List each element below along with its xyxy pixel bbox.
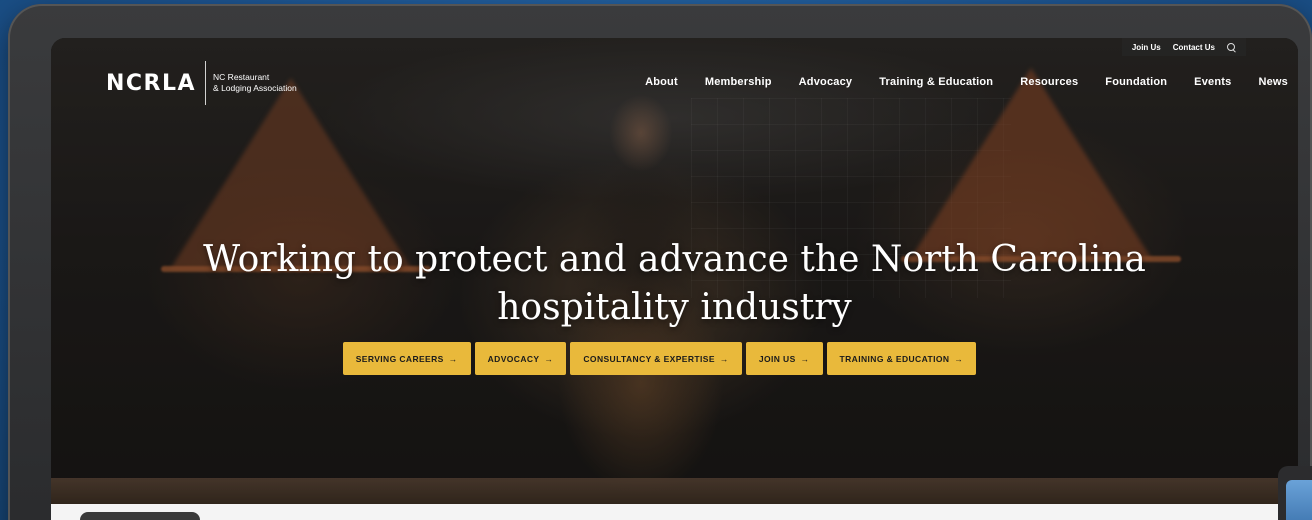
hero-headline: Working to protect and advance the North… xyxy=(51,236,1298,332)
content-area-below-hero xyxy=(51,504,1298,520)
arrow-right-icon: → xyxy=(954,353,964,364)
nav-advocacy[interactable]: Advocacy xyxy=(799,76,853,88)
laptop-frame: Join Us Contact Us NCRLA NC Restaurant &… xyxy=(8,4,1312,520)
device-tab-stub xyxy=(80,512,200,520)
nav-about[interactable]: About xyxy=(645,76,678,88)
logo-subtitle-line1: NC Restaurant xyxy=(213,72,270,82)
utility-contact-us-link[interactable]: Contact Us xyxy=(1173,43,1215,52)
nav-membership[interactable]: Membership xyxy=(705,76,772,88)
utility-join-us-link[interactable]: Join Us xyxy=(1132,43,1161,52)
nav-news[interactable]: News xyxy=(1258,76,1288,88)
cta-label: CONSULTANCY & EXPERTISE xyxy=(583,353,715,364)
logo-subtitle: NC Restaurant & Lodging Association xyxy=(213,72,297,94)
cta-group: SERVING CAREERS → ADVOCACY → CONSULTANCY &… xyxy=(51,342,1298,375)
serving-careers-button[interactable]: SERVING CAREERS → xyxy=(342,342,471,375)
browser-viewport: Join Us Contact Us NCRLA NC Restaurant &… xyxy=(51,38,1298,520)
cta-label: SERVING CAREERS xyxy=(355,353,444,364)
consultancy-expertise-button[interactable]: CONSULTANCY & EXPERTISE → xyxy=(570,342,742,375)
logo-subtitle-line2: & Lodging Association xyxy=(213,83,297,93)
logo-mark: NCRLA xyxy=(106,70,197,96)
cta-label: TRAINING & EDUCATION xyxy=(839,353,950,364)
hero-headline-line1: Working to protect and advance the North… xyxy=(203,239,1146,280)
cta-label: JOIN US xyxy=(758,353,796,364)
join-us-button[interactable]: JOIN US → xyxy=(745,342,823,375)
nav-resources[interactable]: Resources xyxy=(1020,76,1078,88)
utility-nav: Join Us Contact Us xyxy=(1121,38,1246,56)
advocacy-button[interactable]: ADVOCACY → xyxy=(474,342,567,375)
nav-foundation[interactable]: Foundation xyxy=(1105,76,1167,88)
training-education-button[interactable]: TRAINING & EDUCATION → xyxy=(826,342,977,375)
nav-training-education[interactable]: Training & Education xyxy=(879,76,993,88)
site-logo[interactable]: NCRLA NC Restaurant & Lodging Associatio… xyxy=(106,60,297,106)
phone-device xyxy=(1278,466,1312,520)
nav-events[interactable]: Events xyxy=(1194,76,1231,88)
arrow-right-icon: → xyxy=(719,353,729,364)
phone-screen xyxy=(1286,480,1312,520)
logo-divider xyxy=(205,61,207,105)
hero-headline-line2: hospitality industry xyxy=(497,287,852,328)
cta-label: ADVOCACY xyxy=(487,353,540,364)
arrow-right-icon: → xyxy=(544,353,554,364)
arrow-right-icon: → xyxy=(800,353,810,364)
search-icon[interactable] xyxy=(1227,42,1236,52)
arrow-right-icon: → xyxy=(448,353,458,364)
main-nav: About Membership Advocacy Training & Edu… xyxy=(645,76,1288,88)
